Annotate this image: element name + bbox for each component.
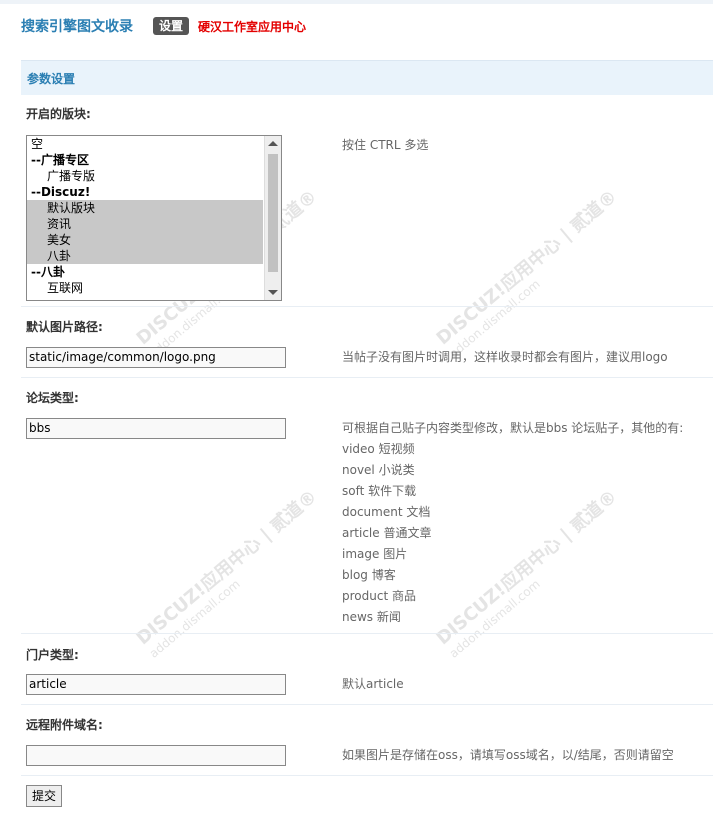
divider bbox=[21, 775, 713, 776]
submit-button[interactable]: 提交 bbox=[26, 785, 63, 807]
studio-link[interactable]: 硬汉工作室应用中心 bbox=[198, 18, 306, 35]
remote-domain-label: 远程附件域名: bbox=[26, 718, 103, 732]
image-path-label: 默认图片路径: bbox=[26, 320, 103, 334]
listbox-option[interactable]: --广播专区 bbox=[27, 152, 281, 168]
plugin-header: 搜索引擎图文收录 设置 硬汉工作室应用中心 bbox=[21, 15, 306, 37]
remote-domain-input[interactable] bbox=[26, 745, 286, 766]
divider bbox=[21, 377, 713, 378]
divider bbox=[21, 704, 713, 705]
plugin-title[interactable]: 搜索引擎图文收录 bbox=[21, 16, 133, 36]
scroll-up-icon[interactable] bbox=[268, 141, 278, 146]
remote-domain-hint: 如果图片是存储在oss，请填写oss域名，以/结尾，否则请留空 bbox=[342, 748, 674, 762]
listbox-scrollbar[interactable] bbox=[264, 136, 281, 300]
modules-hint: 按住 CTRL 多选 bbox=[342, 138, 429, 152]
section-title: 参数设置 bbox=[27, 72, 76, 86]
scroll-down-icon[interactable] bbox=[268, 290, 278, 295]
modules-listbox[interactable]: 空 --广播专区 广播专版 --Discuz! 默认版块 资讯 美女 八卦 --… bbox=[26, 135, 282, 301]
listbox-option[interactable]: 广播专版 bbox=[27, 168, 281, 184]
divider bbox=[21, 633, 713, 634]
modules-label: 开启的版块: bbox=[26, 107, 91, 121]
portal-type-hint: 默认article bbox=[342, 677, 404, 691]
forum-type-hint: 可根据自己贴子内容类型修改，默认是bbs 论坛贴子，其他的有: video 短视… bbox=[342, 421, 684, 624]
scroll-thumb[interactable] bbox=[268, 154, 278, 272]
top-strip bbox=[0, 0, 713, 4]
listbox-option-selected[interactable]: 默认版块 bbox=[27, 200, 263, 216]
image-path-input[interactable]: static/image/common/logo.png bbox=[26, 347, 286, 368]
forum-type-label: 论坛类型: bbox=[26, 391, 79, 405]
listbox-option[interactable]: --Discuz! bbox=[27, 184, 281, 200]
image-path-hint: 当帖子没有图片时调用，这样收录时都会有图片，建议用logo bbox=[342, 350, 668, 364]
listbox-option[interactable]: 互联网 bbox=[27, 280, 281, 296]
portal-type-label: 门户类型: bbox=[26, 648, 79, 662]
listbox-option-selected[interactable]: 美女 bbox=[27, 232, 263, 248]
listbox-option-selected[interactable]: 资讯 bbox=[27, 216, 263, 232]
forum-type-input[interactable]: bbs bbox=[26, 418, 286, 439]
listbox-option[interactable]: --八卦 bbox=[27, 264, 281, 280]
listbox-option[interactable]: 空 bbox=[27, 136, 281, 152]
watermark: DISCUZ!应用中心 | 贰道®addon.dismall.com bbox=[432, 185, 622, 361]
divider bbox=[21, 306, 713, 307]
section-header: 参数设置 bbox=[21, 60, 713, 95]
listbox-option-selected[interactable]: 八卦 bbox=[27, 248, 263, 264]
settings-badge[interactable]: 设置 bbox=[153, 17, 190, 35]
portal-type-input[interactable]: article bbox=[26, 674, 286, 695]
